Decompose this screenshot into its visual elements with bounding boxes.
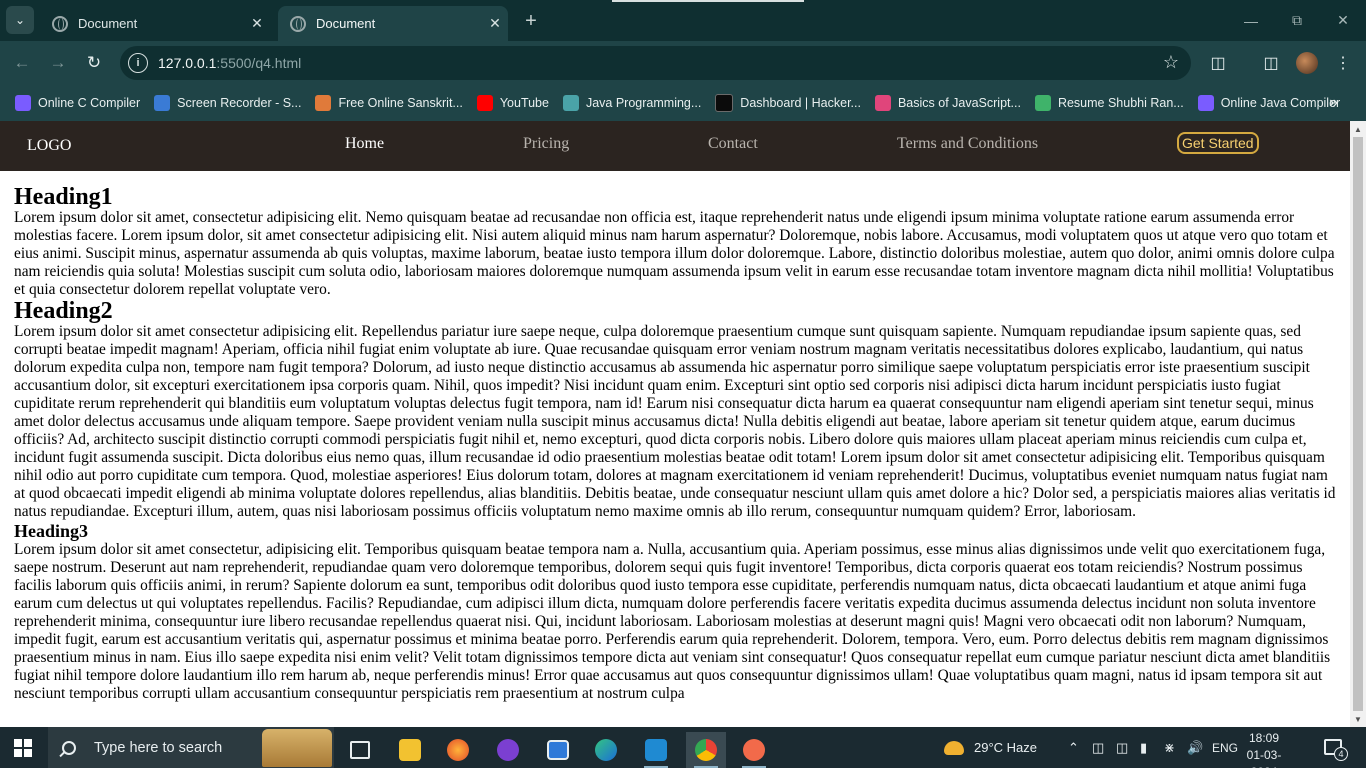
chevron-up-icon[interactable]: ⌃ xyxy=(1068,727,1079,768)
bookmark-item[interactable]: Screen Recorder - S... xyxy=(147,90,308,116)
reload-button[interactable]: ↻ xyxy=(80,49,108,77)
close-icon[interactable]: ✕ xyxy=(482,15,508,32)
youtube-icon xyxy=(476,95,493,111)
volume-icon[interactable]: 🔊 xyxy=(1187,727,1203,768)
resume-icon xyxy=(1034,95,1051,111)
notification-count-badge: 4 xyxy=(1334,747,1348,761)
file-explorer-icon[interactable] xyxy=(390,732,430,768)
search-highlight-image xyxy=(262,729,332,767)
battery-icon[interactable]: ▮ xyxy=(1140,727,1147,768)
device-icon[interactable]: ◫ xyxy=(1092,727,1104,768)
forward-button[interactable]: → xyxy=(44,49,72,77)
nav-home-link[interactable]: Home xyxy=(345,135,384,153)
clock-time: 18:09 xyxy=(1248,731,1280,745)
bookmarks-bar: Online C Compiler Screen Recorder - S...… xyxy=(0,85,1366,121)
bookmark-item[interactable]: Free Online Sanskrit... xyxy=(308,90,469,116)
page-content: Heading1 Lorem ipsum dolor sit amet, con… xyxy=(0,171,1350,703)
tab-strip: ⌄ Document ✕ Document ✕ + — ⧉ ✕ xyxy=(0,0,1366,41)
search-placeholder: Type here to search xyxy=(94,739,223,756)
js-course-icon xyxy=(874,95,891,111)
paragraph-2: Lorem ipsum dolor sit amet consectetur a… xyxy=(14,323,1336,520)
back-button[interactable]: ← xyxy=(8,49,36,77)
taskbar-clock[interactable]: 18:09 01-03-2024 xyxy=(1238,730,1290,768)
bookmark-item[interactable]: Resume Shubhi Ran... xyxy=(1028,90,1191,116)
nav-contact-link[interactable]: Contact xyxy=(708,135,758,153)
heading-2: Heading2 xyxy=(14,298,113,324)
tab-search-button[interactable]: ⌄ xyxy=(6,6,34,34)
weather-sun-icon xyxy=(944,740,964,755)
tab-title: Document xyxy=(316,16,376,31)
nav-pricing-link[interactable]: Pricing xyxy=(523,135,569,153)
globe-icon xyxy=(52,15,68,32)
paint-app-icon[interactable] xyxy=(734,732,774,768)
search-icon xyxy=(62,740,76,755)
bookmark-item[interactable]: Online C Compiler xyxy=(8,90,147,116)
bookmark-star-icon[interactable]: ☆ xyxy=(1163,52,1179,73)
tab-document-1[interactable]: Document ✕ xyxy=(40,6,270,41)
paragraph-1: Lorem ipsum dolor sit amet, consectetur … xyxy=(14,209,1335,298)
weather-text: 29°C Haze xyxy=(974,740,1038,755)
paragraph-3: Lorem ipsum dolor sit amet consectetur, … xyxy=(14,541,1331,702)
close-icon[interactable]: ✕ xyxy=(244,15,270,32)
bookmarks-overflow-icon[interactable]: » xyxy=(1329,94,1338,112)
feather-icon xyxy=(315,95,332,111)
scrollbar-thumb[interactable] xyxy=(1353,137,1363,711)
address-bar[interactable]: i 127.0.0.1:5500/q4.html ☆ xyxy=(120,46,1191,80)
chevron-down-icon: ⌄ xyxy=(14,13,26,27)
windows-taskbar: Type here to search 29°C Haze ⌃ ◫ ◫ ▮ ⋇ … xyxy=(0,727,1366,768)
bookmark-item[interactable]: Java Programming... xyxy=(556,90,708,116)
bookmark-item[interactable]: Online Java Compiler xyxy=(1191,90,1348,116)
chrome-icon[interactable] xyxy=(686,732,726,768)
heading-3: Heading3 xyxy=(14,521,89,541)
clock-date: 01-03-2024 xyxy=(1246,748,1282,768)
scroll-down-arrow-icon[interactable]: ▼ xyxy=(1350,711,1366,727)
url-text[interactable]: 127.0.0.1:5500/q4.html xyxy=(158,55,301,71)
language-indicator[interactable]: ENG xyxy=(1212,727,1238,768)
new-tab-button[interactable]: + xyxy=(518,8,544,34)
menu-kebab-icon[interactable]: ⋮ xyxy=(1331,51,1355,75)
wifi-icon[interactable]: ⋇ xyxy=(1164,727,1175,768)
site-navbar: LOGO Home Pricing Contact Terms and Cond… xyxy=(0,121,1350,171)
page-viewport: LOGO Home Pricing Contact Terms and Cond… xyxy=(0,121,1350,727)
firefox-icon[interactable] xyxy=(438,732,478,768)
side-panel-icon[interactable]: ◫ xyxy=(1259,51,1283,75)
site-info-icon[interactable]: i xyxy=(128,53,148,73)
extensions-icon[interactable]: ◫ xyxy=(1206,51,1230,75)
hackerrank-icon xyxy=(715,94,734,112)
bookmark-item[interactable]: Dashboard | Hacker... xyxy=(708,90,868,116)
weather-widget[interactable]: 29°C Haze xyxy=(944,727,1037,768)
minimize-button[interactable]: — xyxy=(1228,0,1274,41)
browser-toolbar: ← → ↻ i 127.0.0.1:5500/q4.html ☆ ◫ ◫ ⋮ xyxy=(0,41,1366,85)
game-app-icon[interactable] xyxy=(488,732,528,768)
compiler-icon xyxy=(15,95,31,111)
close-window-button[interactable]: ✕ xyxy=(1320,0,1366,41)
scroll-up-arrow-icon[interactable]: ▲ xyxy=(1350,121,1366,137)
tab-document-2[interactable]: Document ✕ xyxy=(278,6,508,41)
site-logo[interactable]: LOGO xyxy=(27,137,345,155)
window-controls: — ⧉ ✕ xyxy=(1228,0,1366,41)
screen: ⌄ Document ✕ Document ✕ + — ⧉ ✕ ← → ↻ i … xyxy=(0,0,1366,768)
tab-title: Document xyxy=(78,16,138,31)
restore-button[interactable]: ⧉ xyxy=(1274,0,1320,41)
edge-icon[interactable] xyxy=(586,732,626,768)
get-started-button[interactable]: Get Started xyxy=(1177,132,1259,154)
nav-terms-link[interactable]: Terms and Conditions xyxy=(897,135,1038,153)
task-view-icon[interactable] xyxy=(340,732,380,768)
vscode-icon[interactable] xyxy=(636,732,676,768)
tab-strip-highlight xyxy=(612,0,804,2)
heading-1: Heading1 xyxy=(14,184,113,210)
recorder-icon xyxy=(154,95,171,111)
java-icon xyxy=(562,95,579,111)
profile-avatar[interactable] xyxy=(1296,52,1318,74)
globe-icon xyxy=(290,15,306,32)
windows-start-icon[interactable] xyxy=(14,739,32,757)
page-scrollbar[interactable]: ▲ ▼ xyxy=(1350,121,1366,727)
bookmark-item[interactable]: Basics of JavaScript... xyxy=(868,90,1028,116)
bookmark-item[interactable]: YouTube xyxy=(470,90,556,116)
compiler-icon xyxy=(1197,95,1214,111)
news-app-icon[interactable] xyxy=(538,732,578,768)
usb-icon[interactable]: ◫ xyxy=(1116,727,1128,768)
